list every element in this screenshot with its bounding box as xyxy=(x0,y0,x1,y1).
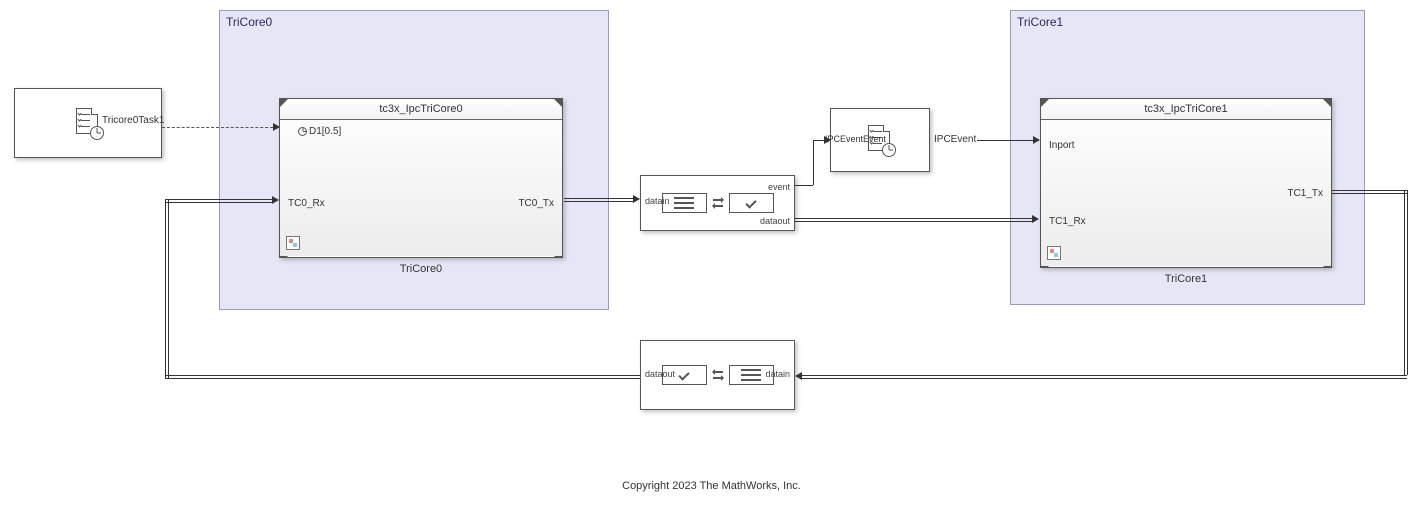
core0-port-tx: TC0_Tx xyxy=(518,198,554,209)
signal-line xyxy=(165,199,273,200)
model-ref-icon xyxy=(1047,246,1061,260)
core1-port-rx: TC1_Rx xyxy=(1049,216,1086,227)
arrow-head-icon xyxy=(824,136,831,144)
core0-port-d1: D1[0.5] xyxy=(298,126,341,137)
region-tricore0-label: TriCore0 xyxy=(226,15,272,29)
arrow-head-icon xyxy=(273,123,280,131)
ipc-top-port-event: event xyxy=(768,182,790,192)
ipc-bottom-port-datain: datain xyxy=(765,369,790,379)
signal-line xyxy=(564,198,634,199)
core1-port-tx: TC1_Tx xyxy=(1287,188,1323,199)
core1-title: tc3x_IpcTriCore1 xyxy=(1041,99,1331,120)
arrow-head-icon xyxy=(1033,136,1040,144)
model-ref-icon xyxy=(286,236,300,250)
block-tricore0-modelref[interactable]: tc3x_IpcTriCore0 D1[0.5] TC0_Rx TC0_Tx T… xyxy=(279,98,563,258)
signal-line xyxy=(1404,190,1405,375)
ipcevent-left-label: IPCEventEvent xyxy=(825,134,886,144)
signal-line xyxy=(162,127,273,128)
task0-output-label: Tricore0Task1 xyxy=(102,115,164,126)
signal-line xyxy=(802,375,1407,376)
core1-name-below: TriCore1 xyxy=(1041,273,1331,285)
region-tricore1-label: TriCore1 xyxy=(1017,15,1063,29)
core1-port-inport: Inport xyxy=(1049,140,1075,151)
ipc-top-port-datain: datain xyxy=(645,196,670,206)
signal-line xyxy=(165,199,166,378)
core0-port-rx: TC0_Rx xyxy=(288,198,325,209)
core0-name-below: TriCore0 xyxy=(280,263,562,275)
diagram-canvas[interactable]: TriCore0 TriCore1 Tricore0Task1 tc3x_Ipc… xyxy=(0,0,1423,524)
arrow-head-icon xyxy=(795,372,802,380)
block-tricore1-modelref[interactable]: tc3x_IpcTriCore1 Inport TC1_Rx TC1_Tx Tr… xyxy=(1040,98,1332,268)
signal-line xyxy=(795,185,813,186)
core0-title: tc3x_IpcTriCore0 xyxy=(280,99,562,120)
block-ipc-bottom[interactable]: dataout datain xyxy=(640,340,795,410)
ipc-top-port-dataout: dataout xyxy=(760,216,790,226)
signal-line xyxy=(795,218,1032,219)
task-scheduler-icon xyxy=(74,108,102,138)
signal-line xyxy=(1332,190,1407,191)
signal-line xyxy=(813,140,814,185)
signal-line xyxy=(977,140,1034,141)
ipcevent-out-label: IPCEvent xyxy=(934,134,976,145)
block-ipc-top[interactable]: datain event dataout xyxy=(640,175,795,231)
arrow-head-icon xyxy=(272,196,279,204)
signal-line xyxy=(165,375,640,376)
arrow-head-icon xyxy=(1032,215,1039,223)
ipc-bottom-port-dataout: dataout xyxy=(645,369,675,379)
arrow-head-icon xyxy=(633,195,640,203)
copyright-text: Copyright 2023 The MathWorks, Inc. xyxy=(0,480,1423,492)
